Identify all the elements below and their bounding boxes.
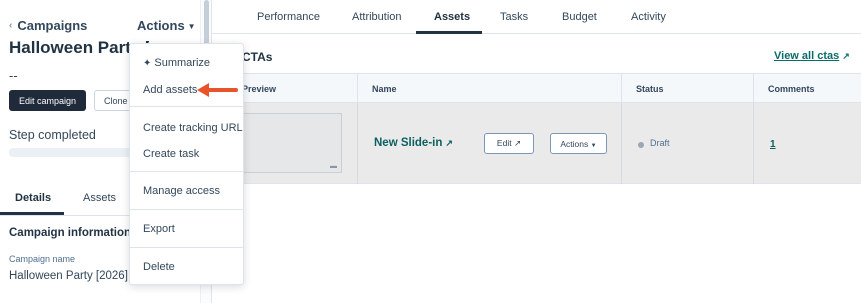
tab-activity[interactable]: Activity bbox=[631, 11, 666, 23]
chevron-left-icon: ‹ bbox=[9, 20, 13, 31]
active-tab-indicator bbox=[0, 212, 64, 215]
view-all-label: View all ctas bbox=[774, 50, 840, 62]
sparkle-icon: ✦ bbox=[143, 58, 152, 69]
menu-divider bbox=[130, 247, 243, 248]
ctas-section-title: CTAs bbox=[242, 50, 273, 64]
step-progress-bar bbox=[9, 148, 134, 157]
status-badge: Draft bbox=[650, 138, 670, 148]
resize-handle-icon: ▬ bbox=[330, 163, 337, 170]
top-tabs: Performance Attribution Assets Tasks Bud… bbox=[212, 0, 861, 34]
campaign-information-heading: Campaign information bbox=[9, 227, 132, 239]
menu-item-create-tracking-url[interactable]: Create tracking URL bbox=[130, 122, 243, 134]
status-dot-icon bbox=[638, 142, 644, 148]
tab-tasks[interactable]: Tasks bbox=[500, 11, 528, 23]
table-header: Preview Name Status Comments bbox=[212, 73, 861, 104]
active-tab-indicator bbox=[416, 31, 482, 34]
tab-assets[interactable]: Assets bbox=[434, 11, 470, 23]
comments-count-link[interactable]: 1 bbox=[770, 139, 776, 150]
column-header-name[interactable]: Name bbox=[358, 74, 622, 104]
menu-item-export[interactable]: Export bbox=[130, 223, 243, 235]
clone-button[interactable]: Clone bbox=[94, 90, 134, 111]
main-content: Performance Attribution Assets Tasks Bud… bbox=[212, 0, 861, 303]
menu-divider bbox=[130, 209, 243, 210]
menu-item-manage-access[interactable]: Manage access bbox=[130, 185, 243, 197]
edit-label: Edit bbox=[496, 138, 512, 148]
actions-label: Actions bbox=[137, 18, 185, 33]
external-link-icon: ↗ bbox=[445, 138, 453, 148]
cta-name-link[interactable]: New Slide-in ↗ bbox=[374, 137, 453, 149]
table-row: ▬ New Slide-in ↗ Edit ↗ Actions ▼ Draft 1 bbox=[212, 103, 861, 184]
caret-down-icon: ▼ bbox=[187, 22, 196, 32]
cta-name-label: New Slide-in bbox=[374, 137, 443, 149]
campaign-actions-button[interactable]: Actions ▼ bbox=[137, 18, 196, 33]
campaign-title: Halloween Party [2026] bbox=[9, 38, 149, 57]
cta-actions-button[interactable]: Actions ▼ bbox=[550, 133, 607, 154]
column-header-status[interactable]: Status bbox=[622, 74, 754, 104]
menu-divider bbox=[130, 171, 243, 172]
view-all-ctas-link[interactable]: View all ctas ↗ bbox=[774, 50, 850, 62]
menu-item-label: Summarize bbox=[154, 57, 211, 69]
tab-attribution[interactable]: Attribution bbox=[352, 11, 402, 23]
campaign-name-label: Campaign name bbox=[9, 254, 76, 264]
back-link-label: Campaigns bbox=[17, 18, 88, 33]
tab-assets-sidebar[interactable]: Assets bbox=[83, 192, 116, 204]
back-to-campaigns-link[interactable]: ‹ Campaigns bbox=[9, 18, 87, 33]
cta-preview-thumbnail[interactable]: ▬ bbox=[238, 113, 342, 173]
tab-details[interactable]: Details bbox=[15, 192, 51, 204]
external-link-icon: ↗ bbox=[513, 138, 522, 148]
column-header-comments[interactable]: Comments bbox=[754, 74, 861, 104]
campaign-description-placeholder: -- bbox=[9, 68, 18, 83]
menu-item-delete[interactable]: Delete bbox=[130, 261, 243, 273]
actions-label: Actions bbox=[560, 138, 589, 149]
tab-performance[interactable]: Performance bbox=[257, 11, 320, 23]
annotation-arrow-icon bbox=[197, 83, 238, 97]
caret-down-icon: ▼ bbox=[590, 142, 597, 149]
menu-divider bbox=[130, 106, 243, 107]
edit-cta-button[interactable]: Edit ↗ bbox=[484, 133, 534, 154]
external-link-icon: ↗ bbox=[842, 51, 850, 61]
tab-budget[interactable]: Budget bbox=[562, 11, 597, 23]
step-completed-label: Step completed bbox=[9, 128, 96, 142]
campaign-name-value: Halloween Party [2026] bbox=[9, 270, 128, 282]
edit-campaign-button[interactable]: Edit campaign bbox=[9, 90, 86, 111]
menu-item-create-task[interactable]: Create task bbox=[130, 148, 243, 160]
actions-dropdown-menu: ✦ Summarize Add assets Create tracking UR… bbox=[129, 43, 244, 285]
menu-item-summarize[interactable]: ✦ Summarize bbox=[130, 57, 243, 69]
